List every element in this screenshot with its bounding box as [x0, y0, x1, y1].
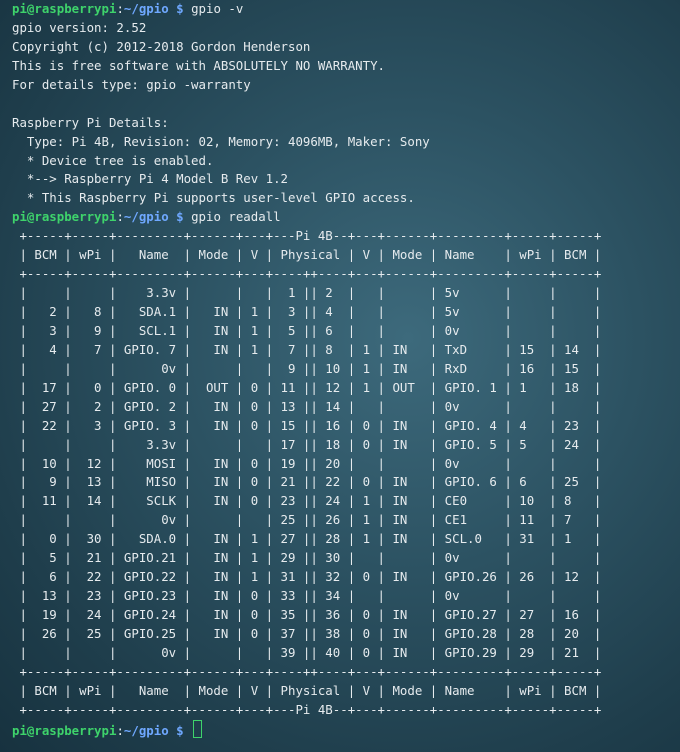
- table-row: | | | 0v | | | 25 || 26 | 1 | IN | CE1 |…: [12, 512, 602, 528]
- table-row: | | | 3.3v | | | 1 || 2 | | | 5v | | |: [12, 285, 602, 301]
- table-row: | 22 | 3 | GPIO. 3 | IN | 0 | 15 || 16 |…: [12, 417, 602, 433]
- command-version: gpio -v: [191, 1, 244, 16]
- table-row: | 6 | 22 | GPIO.22 | IN | 1 | 31 || 32 |…: [12, 569, 602, 585]
- prompt-path: ~/gpio: [123, 1, 169, 16]
- table-row: +-----+-----+---------+------+---+---Pi …: [12, 228, 602, 244]
- table-row: +-----+-----+---------+------+---+----++…: [12, 663, 602, 679]
- output-line: This is free software with ABSOLUTELY NO…: [12, 57, 385, 73]
- prompt-path: ~/gpio: [123, 209, 169, 225]
- table-row: | 5 | 21 | GPIO.21 | IN | 1 | 29 || 30 |…: [12, 550, 602, 566]
- table-row: | 13 | 23 | GPIO.23 | IN | 0 | 33 || 34 …: [12, 588, 602, 604]
- table-row: | | | 0v | | | 39 || 40 | 0 | IN | GPIO.…: [12, 644, 602, 660]
- table-row: | 4 | 7 | GPIO. 7 | IN | 1 | 7 || 8 | 1 …: [12, 341, 602, 357]
- output-line: Raspberry Pi Details:: [12, 114, 169, 130]
- table-row: | 0 | 30 | SDA.0 | IN | 1 | 27 || 28 | 1…: [12, 531, 602, 547]
- prompt-line-active[interactable]: pi@raspberrypi:~/gpio $: [12, 719, 676, 739]
- table-row: | BCM | wPi | Name | Mode | V | Physical…: [12, 247, 602, 263]
- command-readall: gpio readall: [191, 209, 281, 225]
- output-line: Copyright (c) 2012-2018 Gordon Henderson: [12, 38, 311, 54]
- prompt-line-1: pi@raspberrypi:~/gpio $ gpio -v: [12, 1, 244, 16]
- prompt-user: pi@raspberrypi: [12, 1, 117, 16]
- prompt-line-2: pi@raspberrypi:~/gpio $ gpio readall: [12, 209, 281, 225]
- table-row: +-----+-----+---------+------+---+---Pi …: [12, 701, 602, 717]
- table-row: | 11 | 14 | SCLK | IN | 0 | 23 || 24 | 1…: [12, 493, 602, 509]
- table-row: | 9 | 13 | MISO | IN | 0 | 21 || 22 | 0 …: [12, 474, 602, 490]
- table-row: | 10 | 12 | MOSI | IN | 0 | 19 || 20 | |…: [12, 455, 602, 471]
- prompt-user: pi@raspberrypi: [12, 722, 117, 738]
- output-line: * This Raspberry Pi supports user-level …: [12, 190, 415, 206]
- table-row: | 3 | 9 | SCL.1 | IN | 1 | 5 || 6 | | | …: [12, 322, 602, 338]
- terminal-window[interactable]: pi@raspberrypi:~/gpio $ gpio -v gpio ver…: [12, 0, 676, 739]
- table-row: | 2 | 8 | SDA.1 | IN | 1 | 3 || 4 | | | …: [12, 304, 602, 319]
- output-line: gpio version: 2.52: [12, 19, 147, 35]
- output-line: *--> Raspberry Pi 4 Model B Rev 1.2: [12, 171, 289, 187]
- prompt-user: pi@raspberrypi: [12, 209, 117, 225]
- gpio-readall-table: +-----+-----+---------+------+---+---Pi …: [12, 227, 676, 719]
- table-row: +-----+-----+---------+------+---+----++…: [12, 266, 602, 282]
- table-row: | | | 0v | | | 9 || 10 | 1 | IN | RxD | …: [12, 360, 602, 376]
- version-output: gpio version: 2.52 Copyright (c) 2012-201…: [12, 19, 676, 208]
- output-line: For details type: gpio -warranty: [12, 76, 251, 92]
- table-row: | BCM | wPi | Name | Mode | V | Physical…: [12, 682, 602, 698]
- table-row: | 26 | 25 | GPIO.25 | IN | 0 | 37 || 38 …: [12, 625, 602, 641]
- table-row: | 17 | 0 | GPIO. 0 | OUT | 0 | 11 || 12 …: [12, 379, 602, 395]
- table-row: | | | 3.3v | | | 17 || 18 | 0 | IN | GPI…: [12, 436, 602, 452]
- table-row: | 27 | 2 | GPIO. 2 | IN | 0 | 13 || 14 |…: [12, 398, 602, 414]
- cursor-icon[interactable]: [193, 719, 203, 738]
- prompt-path: ~/gpio: [123, 722, 169, 738]
- table-row: | 19 | 24 | GPIO.24 | IN | 0 | 35 || 36 …: [12, 607, 602, 622]
- output-line: Type: Pi 4B, Revision: 02, Memory: 4096M…: [12, 133, 430, 149]
- output-line: * Device tree is enabled.: [12, 152, 214, 168]
